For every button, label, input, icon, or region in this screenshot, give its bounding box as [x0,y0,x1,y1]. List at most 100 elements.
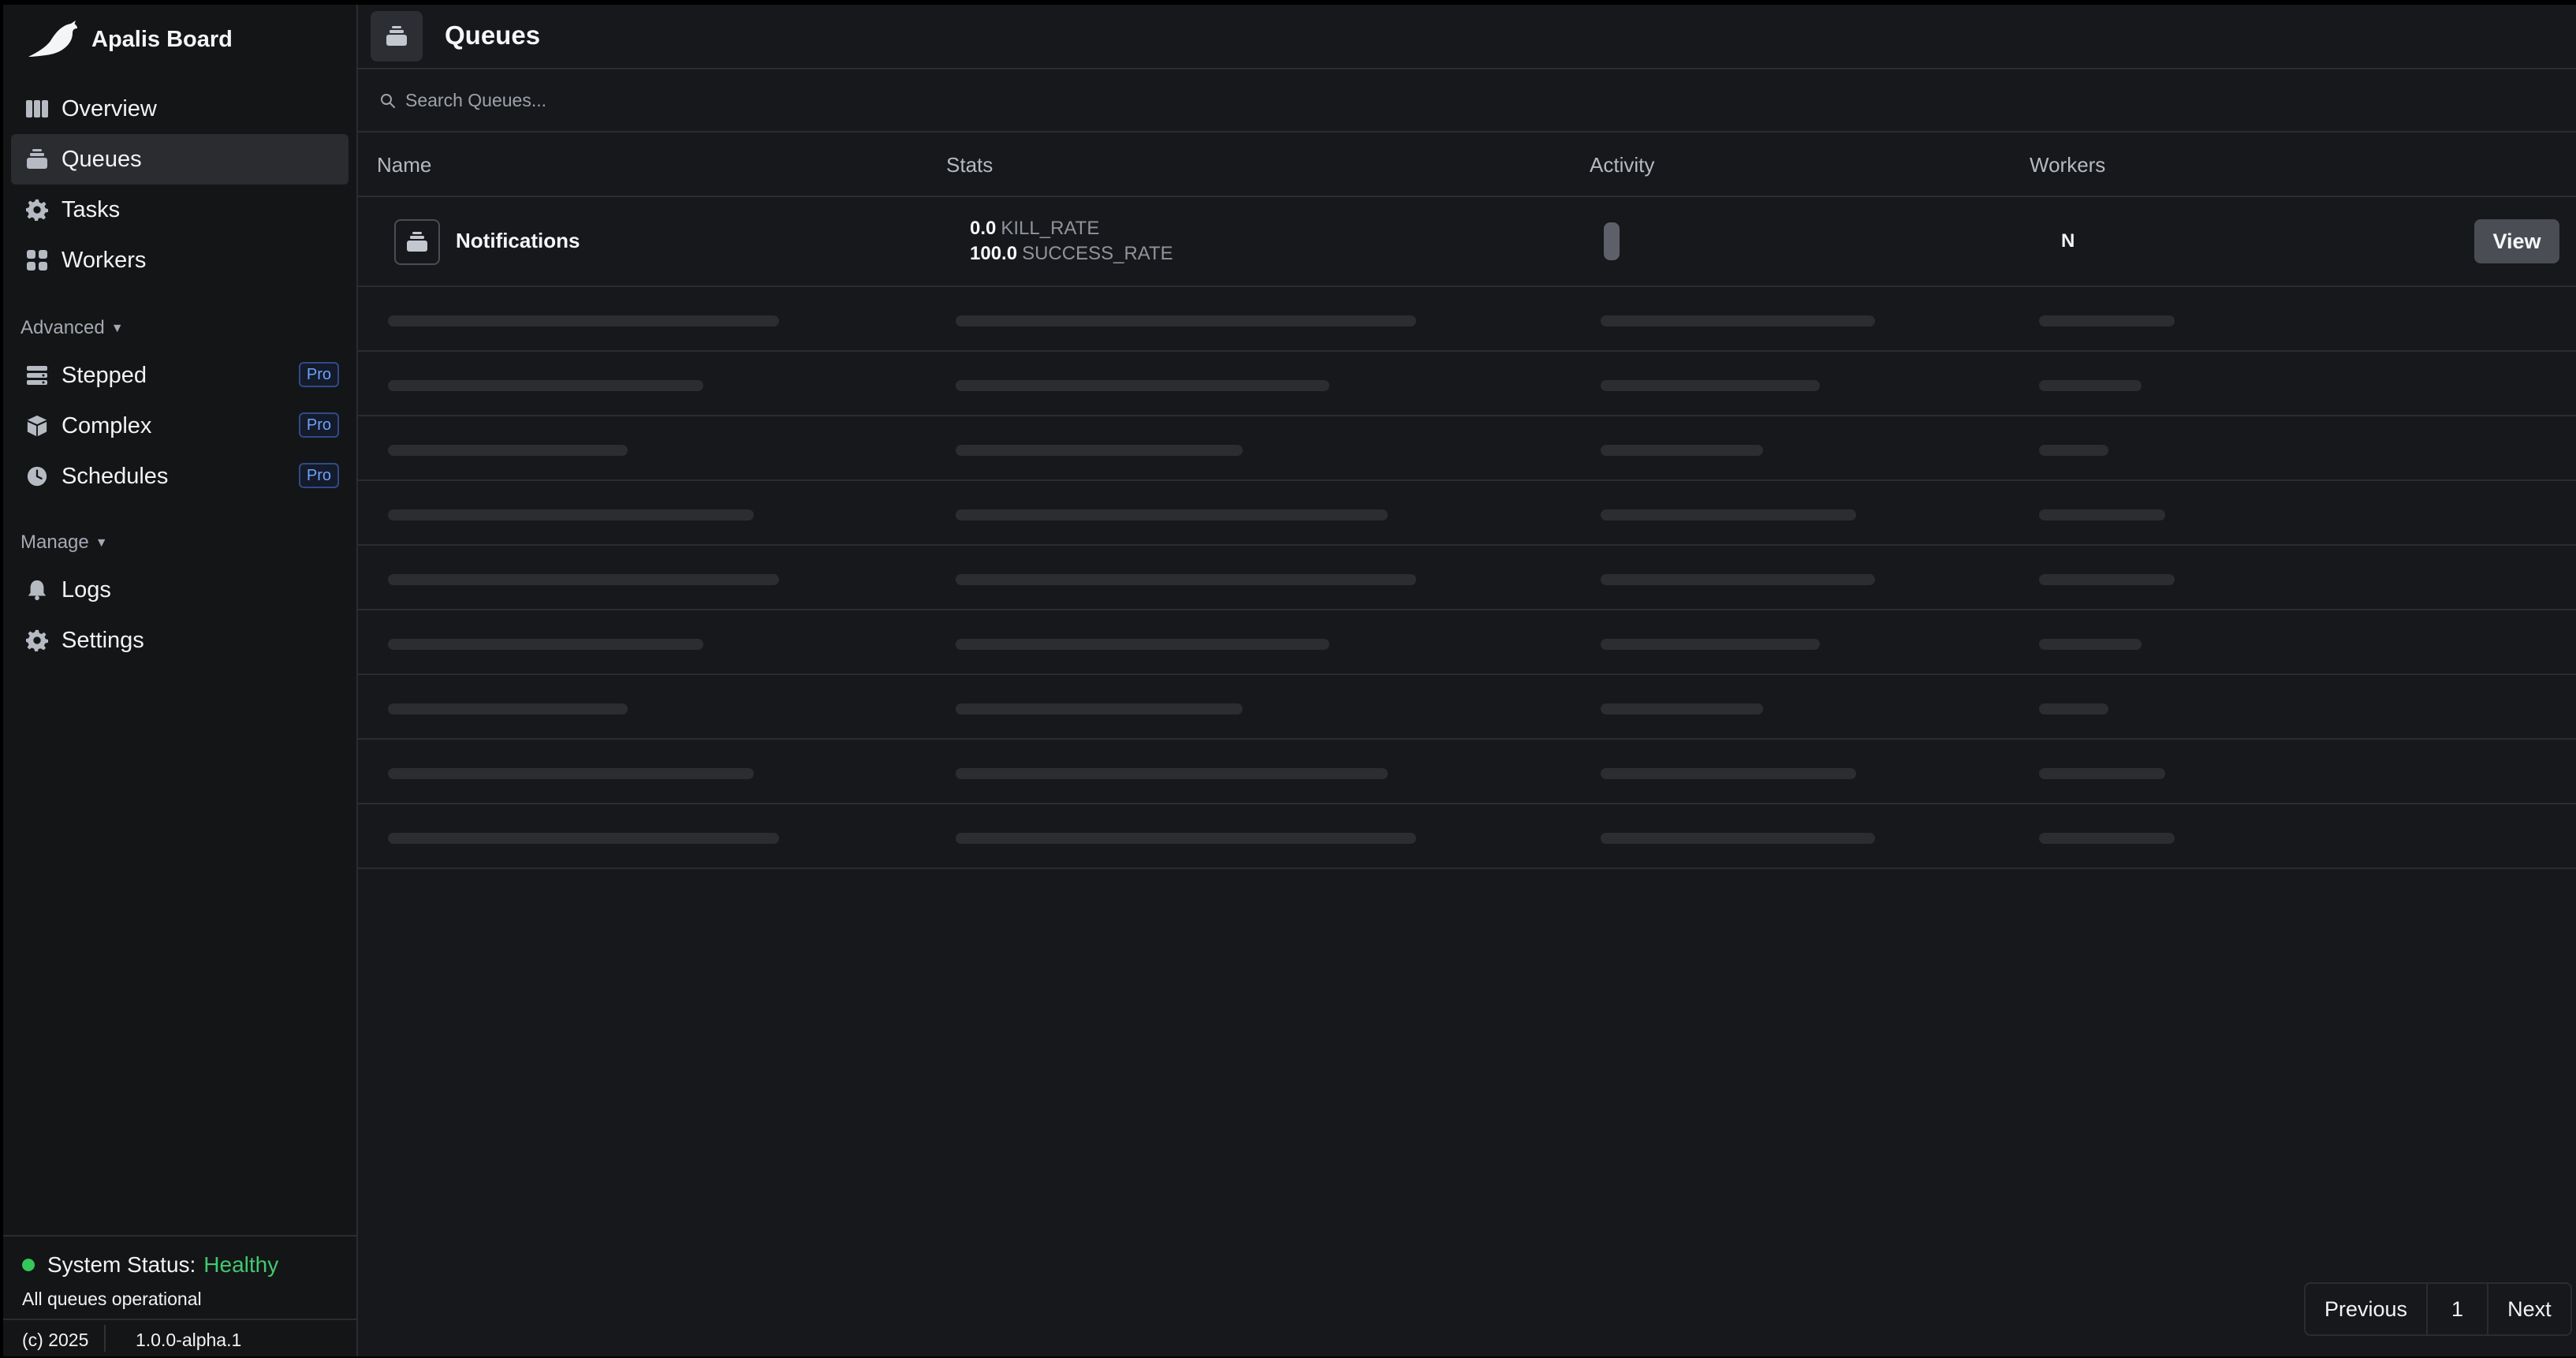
pro-badge: Pro [298,412,339,438]
sidebar-item-label: Overview [62,95,157,121]
column-header-workers[interactable]: Workers [2030,153,2105,177]
skeleton-row [358,610,2576,675]
inbox-icon [386,26,407,46]
bird-logo-icon [28,21,77,58]
footer-divider [104,1325,106,1352]
gear-icon [26,629,48,651]
caret-down-icon: ▼ [110,322,124,335]
skeleton-bar [388,315,779,326]
skeleton-bar [2039,574,2175,585]
sidebar-item-settings[interactable]: Settings [11,615,349,666]
skeleton-row [358,740,2576,804]
page-icon [371,11,423,62]
skeleton-row [358,352,2576,416]
skeleton-bar [2039,639,2142,650]
skeleton-bar [388,574,779,585]
sidebar-item-tasks[interactable]: Tasks [11,185,349,235]
view-button[interactable]: View [2474,219,2559,263]
sidebar-item-complex[interactable]: Complex Pro [11,401,349,451]
skeleton-bar [388,445,628,456]
page-title: Queues [445,21,541,50]
inbox-icon [27,149,47,169]
sidebar-item-label: Schedules [62,463,169,489]
skeleton-bar [1601,833,1875,844]
advanced-section-toggle[interactable]: Advanced ▼ [21,317,124,339]
skeleton-bar [1601,315,1875,326]
sidebar-item-workers[interactable]: Workers [11,235,349,285]
system-status: System Status: Healthy All queues operati… [3,1235,356,1323]
status-description: All queues operational [22,1289,202,1309]
grid-icon [27,250,47,270]
section-label: Manage [21,532,89,553]
status-value: Healthy [203,1252,279,1277]
gear-icon [26,199,48,221]
section-label: Advanced [21,317,105,338]
skeleton-bar [956,639,1329,650]
skeleton-bar [2039,445,2108,456]
skeleton-bar [956,315,1416,326]
manage-section-toggle[interactable]: Manage ▼ [21,532,108,554]
skeleton-row [358,546,2576,610]
skeleton-bar [956,703,1243,714]
skeleton-bar [1601,703,1763,714]
table-row[interactable]: Notifications 0.0 KILL_RATE 100.0 SUCCESS_… [358,197,2576,287]
app-window: Apalis Board Overview Queues Tasks Worke… [3,5,2576,1356]
status-dot [22,1259,35,1271]
status-line: System Status: Healthy [47,1252,278,1278]
columns-icon [26,100,48,118]
sidebar-item-label: Settings [62,627,144,653]
skeleton-bar [388,768,754,779]
inbox-icon [407,232,427,252]
cube-icon [27,415,47,437]
version: 1.0.0-alpha.1 [136,1330,242,1350]
search-icon [381,94,395,108]
skeleton-bar [1601,574,1875,585]
status-label: System Status: [47,1252,196,1277]
stat-value: 100.0 [970,243,1018,264]
pagination: Previous 1 Next [2304,1282,2572,1336]
stat-key: KILL_RATE [1001,218,1100,239]
column-header-name[interactable]: Name [377,153,431,177]
skeleton-row [358,675,2576,740]
queue-icon [394,219,440,265]
skeleton-bar [2039,768,2165,779]
skeleton-bar [2039,380,2142,391]
skeleton-bar [956,509,1388,520]
sidebar-item-stepped[interactable]: Stepped Pro [11,350,349,401]
skeleton-bar [388,380,703,391]
skeleton-bar [956,445,1243,456]
pro-badge: Pro [298,362,339,387]
stat-kill-rate: 0.0 KILL_RATE [970,218,1099,240]
skeleton-bar [956,574,1416,585]
stat-value: 0.0 [970,218,997,239]
queue-name[interactable]: Notifications [456,229,580,253]
sidebar-item-queues[interactable]: Queues [11,134,349,185]
pro-badge: Pro [298,463,339,488]
skeleton-bar [2039,703,2108,714]
sidebar-item-overview[interactable]: Overview [11,84,349,134]
skeleton-bar [2039,833,2175,844]
next-page-button[interactable]: Next [2488,1284,2570,1334]
clock-icon [27,466,47,487]
page-number-button[interactable]: 1 [2428,1284,2487,1334]
skeleton-row [358,287,2576,352]
stat-success-rate: 100.0 SUCCESS_RATE [970,243,1173,265]
workers-count: N [2061,230,2075,252]
skeleton-bar [2039,509,2165,520]
app-title: Apalis Board [91,26,233,52]
search-input[interactable] [404,84,1353,117]
brand[interactable]: Apalis Board [27,16,233,63]
search-bar [358,69,2576,132]
sidebar-item-label: Queues [62,146,142,172]
skeleton-bar [388,703,628,714]
previous-page-button[interactable]: Previous [2306,1284,2426,1334]
sidebar: Apalis Board Overview Queues Tasks Worke… [3,5,358,1356]
sidebar-item-schedules[interactable]: Schedules Pro [11,451,349,502]
column-header-stats[interactable]: Stats [946,153,993,177]
skeleton-bar [2039,315,2175,326]
skeleton-bar [1601,768,1856,779]
sidebar-item-label: Tasks [62,196,121,222]
sidebar-item-logs[interactable]: Logs [11,565,349,615]
sidebar-footer: (c) 2025 1.0.0-alpha.1 [3,1319,356,1358]
column-header-activity[interactable]: Activity [1590,153,1654,177]
